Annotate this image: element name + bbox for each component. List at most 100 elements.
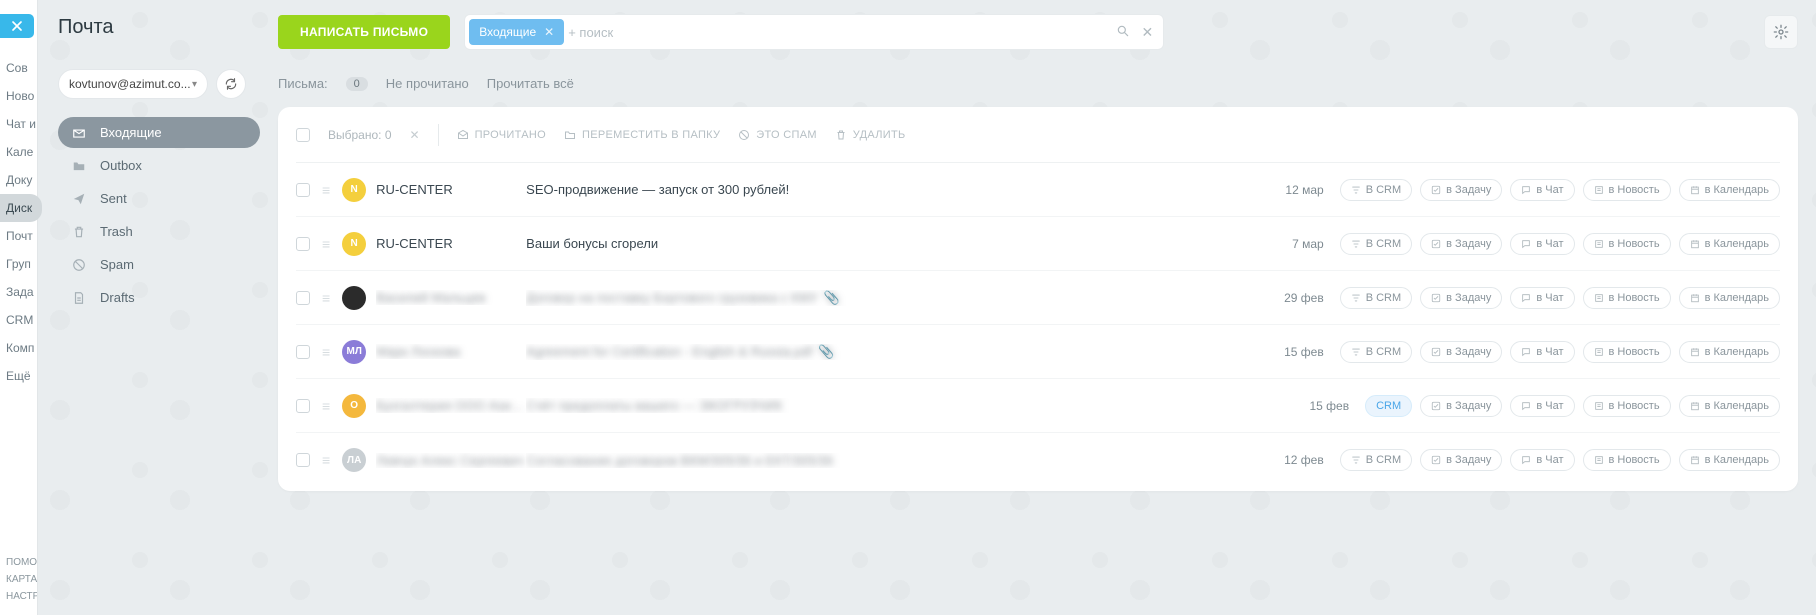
row-checkbox[interactable]	[296, 453, 310, 467]
app-rail-item[interactable]: Ещё	[0, 362, 37, 390]
cal-icon	[1690, 347, 1700, 357]
mail-row[interactable]: ≡ЛАЛевчук Алекс СергеевичСогласование до…	[296, 433, 1780, 487]
row-checkbox[interactable]	[296, 183, 310, 197]
action-pill[interactable]: в Чат	[1510, 395, 1574, 417]
row-checkbox[interactable]	[296, 399, 310, 413]
settings-button[interactable]	[1764, 15, 1798, 49]
bulk-move[interactable]: ПЕРЕМЕСТИТЬ В ПАПКУ	[564, 129, 720, 141]
app-rail-item[interactable]: Почт	[0, 222, 37, 250]
filter-unread-link[interactable]: Не прочитано	[386, 76, 469, 91]
mail-row[interactable]: ≡МЛМарк ЛосковаAgreement for Certificati…	[296, 325, 1780, 379]
mail-row[interactable]: ≡NRU-CENTERВаши бонусы сгорели7 марВ CRM…	[296, 217, 1780, 271]
mail-row[interactable]: ≡ОБухгалтерия ООО АзимутСчёт предоплаты …	[296, 379, 1780, 433]
avatar	[342, 286, 366, 310]
mark-all-read-link[interactable]: Прочитать всё	[487, 76, 574, 91]
folder-item-drafts[interactable]: Drafts	[58, 282, 260, 313]
app-rail-item[interactable]: Диск	[0, 194, 42, 222]
drag-handle-icon[interactable]: ≡	[322, 290, 330, 306]
app-rail-bottom-item[interactable]: ПОМО	[0, 554, 37, 571]
action-pill[interactable]: в Задачу	[1420, 341, 1502, 363]
action-pill[interactable]: в Календарь	[1679, 233, 1780, 255]
cal-icon	[1690, 239, 1700, 249]
remove-tag-icon[interactable]: ✕	[544, 25, 554, 39]
row-actions: В CRM в Задачу в Чат в Новость в Календарь	[1340, 287, 1780, 309]
bulk-delete[interactable]: УДАЛИТЬ	[835, 129, 906, 141]
action-pill[interactable]: в Чат	[1510, 449, 1574, 471]
drag-handle-icon[interactable]: ≡	[322, 398, 330, 414]
app-rail-item[interactable]: Чат и	[0, 110, 37, 138]
action-pill[interactable]: В CRM	[1340, 287, 1412, 309]
folder-item-trash[interactable]: Trash	[58, 216, 260, 247]
action-pill[interactable]: в Новость	[1583, 449, 1671, 471]
action-pill[interactable]: в Чат	[1510, 341, 1574, 363]
action-pill[interactable]: в Календарь	[1679, 287, 1780, 309]
select-all-checkbox[interactable]	[296, 128, 310, 142]
action-pill-crm[interactable]: CRM	[1365, 395, 1412, 417]
mail-row[interactable]: ≡NRU-CENTERSEO-продвижение — запуск от 3…	[296, 163, 1780, 217]
folder-item-inbox[interactable]: Входящие	[58, 117, 260, 148]
action-pill[interactable]: в Новость	[1583, 179, 1671, 201]
action-pill[interactable]: в Чат	[1510, 287, 1574, 309]
action-pill[interactable]: В CRM	[1340, 179, 1412, 201]
action-pill[interactable]: В CRM	[1340, 233, 1412, 255]
app-rail-item[interactable]: Комп	[0, 334, 37, 362]
folder-item-spam[interactable]: Spam	[58, 249, 260, 280]
app-rail-bottom-item[interactable]: НАСТР	[0, 588, 37, 605]
action-pill[interactable]: в Задачу	[1420, 179, 1502, 201]
action-pill[interactable]: в Задачу	[1420, 395, 1502, 417]
app-rail-item[interactable]: Груп	[0, 250, 37, 278]
folder-item-folder[interactable]: Outbox	[58, 150, 260, 181]
refresh-button[interactable]	[216, 69, 246, 99]
filter-label: Письма:	[278, 76, 328, 91]
search-icon[interactable]	[1116, 24, 1130, 41]
app-rail-item[interactable]: Сов	[0, 54, 37, 82]
drag-handle-icon[interactable]: ≡	[322, 344, 330, 360]
search-filter-tag[interactable]: Входящие ✕	[469, 19, 564, 45]
clear-search-icon[interactable]: ✕	[1142, 24, 1154, 41]
app-rail-item[interactable]: Доку	[0, 166, 37, 194]
action-pill[interactable]: в Чат	[1510, 179, 1574, 201]
bulk-spam[interactable]: ЭТО СПАМ	[738, 129, 817, 141]
action-pill[interactable]: в Задачу	[1420, 287, 1502, 309]
action-pill[interactable]: в Задачу	[1420, 449, 1502, 471]
action-pill[interactable]: в Календарь	[1679, 341, 1780, 363]
sent-icon	[72, 192, 88, 206]
compose-button[interactable]: НАПИСАТЬ ПИСЬМО	[278, 15, 450, 49]
filter-icon	[1351, 347, 1361, 357]
action-pill[interactable]: в Новость	[1583, 395, 1671, 417]
bulk-mark-read[interactable]: ПРОЧИТАНО	[457, 129, 546, 141]
app-rail-item[interactable]: Зада	[0, 278, 37, 306]
mail-row[interactable]: ≡Василий МальцевДоговор на поставку Борт…	[296, 271, 1780, 325]
clear-selection-icon[interactable]: ✕	[410, 128, 420, 142]
action-pill[interactable]: в Новость	[1583, 287, 1671, 309]
close-panel-button[interactable]	[0, 14, 34, 38]
action-pill[interactable]: в Новость	[1583, 233, 1671, 255]
check-icon	[1431, 185, 1441, 195]
app-rail-item[interactable]: CRM	[0, 306, 37, 334]
drag-handle-icon[interactable]: ≡	[322, 182, 330, 198]
action-pill[interactable]: В CRM	[1340, 341, 1412, 363]
action-pill[interactable]: в Календарь	[1679, 449, 1780, 471]
mail-date: 29 фев	[1254, 291, 1324, 305]
app-rail-item[interactable]: Ново	[0, 82, 37, 110]
action-pill[interactable]: в Задачу	[1420, 233, 1502, 255]
account-selector[interactable]: kovtunov@azimut.co... ▾	[58, 69, 208, 99]
search-bar[interactable]: Входящие ✕ ✕	[464, 14, 1164, 50]
app-rail-bottom-item[interactable]: КАРТА	[0, 571, 37, 588]
search-input[interactable]	[568, 25, 1115, 40]
action-pill[interactable]: в Новость	[1583, 341, 1671, 363]
drag-handle-icon[interactable]: ≡	[322, 236, 330, 252]
action-pill[interactable]: В CRM	[1340, 449, 1412, 471]
trash-icon	[835, 129, 847, 141]
drag-handle-icon[interactable]: ≡	[322, 452, 330, 468]
action-pill[interactable]: в Календарь	[1679, 395, 1780, 417]
action-pill[interactable]: в Календарь	[1679, 179, 1780, 201]
row-checkbox[interactable]	[296, 291, 310, 305]
mail-subject: Счёт предоплаты вашего — ЭКОГРУЗЧИК	[526, 398, 1279, 413]
action-pill[interactable]: в Чат	[1510, 233, 1574, 255]
folder-item-sent[interactable]: Sent	[58, 183, 260, 214]
app-rail-item[interactable]: Кале	[0, 138, 37, 166]
row-checkbox[interactable]	[296, 237, 310, 251]
avatar: МЛ	[342, 340, 366, 364]
row-checkbox[interactable]	[296, 345, 310, 359]
